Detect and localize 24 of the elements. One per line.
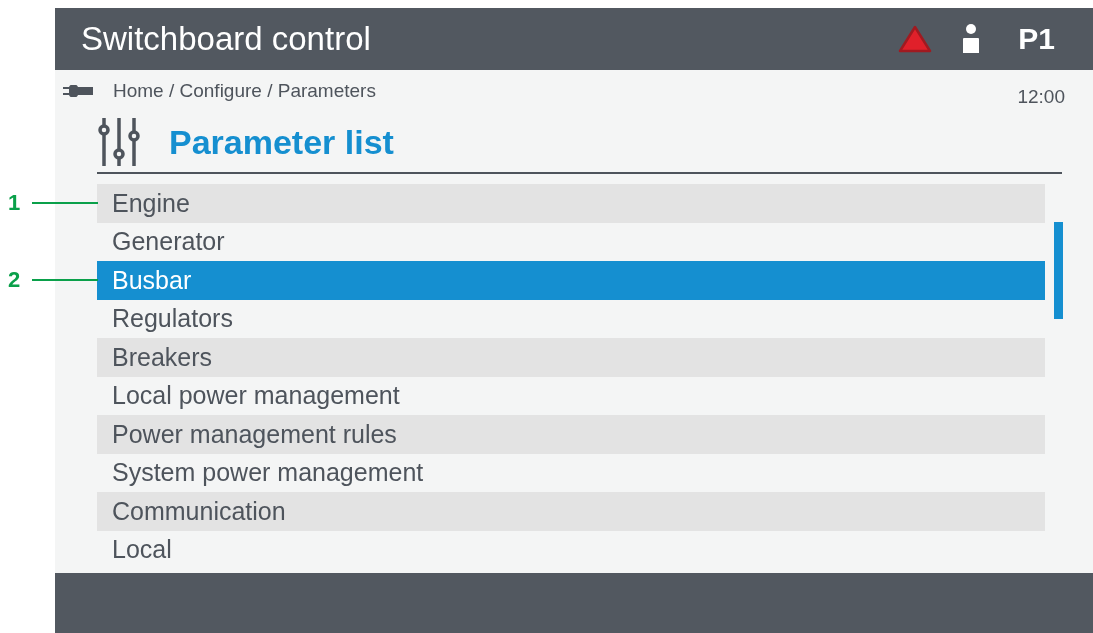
wrench-icon [63, 85, 93, 97]
list-item[interactable]: Regulators [97, 299, 1045, 338]
list-item[interactable]: Breakers [97, 338, 1045, 377]
callout-number: 1 [8, 190, 22, 217]
callout-number: 2 [8, 267, 22, 294]
list-item[interactable]: Communication [97, 492, 1045, 531]
list-item[interactable]: Local power management [97, 376, 1045, 415]
clock-time: 12:00 [1017, 86, 1065, 108]
window-title: Switchboard control [81, 20, 372, 58]
list-item[interactable]: Power management rules [97, 415, 1045, 454]
warning-icon[interactable] [898, 25, 933, 53]
list-item[interactable]: Local [97, 530, 1045, 569]
person-icon [962, 24, 981, 54]
breadcrumb: Home / Configure / Parameters [113, 80, 377, 102]
list-item[interactable]: System power management [97, 453, 1045, 492]
page-heading: Parameter list [169, 122, 394, 162]
list-item[interactable]: Generator [97, 222, 1045, 261]
scrollbar[interactable] [1054, 222, 1063, 319]
leader-line [32, 202, 98, 205]
user-label: P1 [1018, 22, 1055, 56]
list-item[interactable]: Busbar [97, 261, 1045, 300]
leader-line [32, 279, 98, 282]
sliders-icon [97, 118, 141, 166]
list-item[interactable]: Engine [97, 184, 1045, 223]
